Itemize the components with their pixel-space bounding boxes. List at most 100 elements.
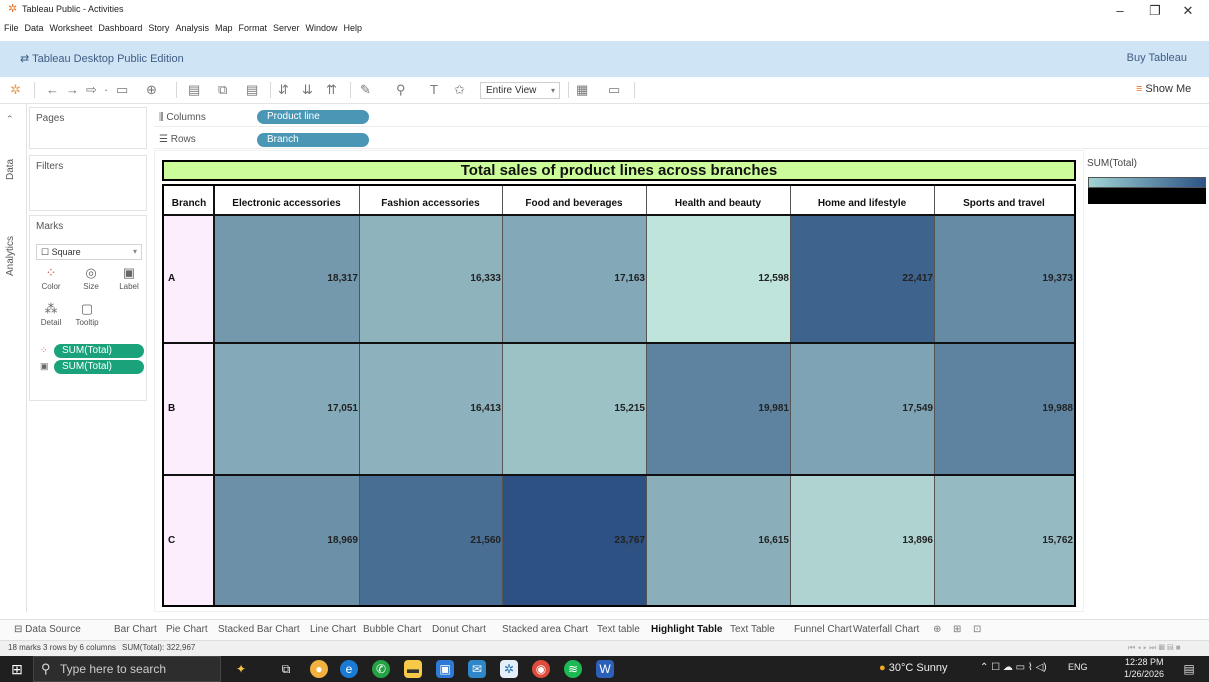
whatsapp-icon[interactable]: ✆ [372, 660, 390, 678]
file-explorer-icon[interactable]: ▬ [404, 660, 422, 678]
menu-item-map[interactable]: Map [215, 20, 233, 36]
highlight-cell[interactable]: 19,373 [934, 216, 1074, 342]
column-header[interactable]: Sports and travel [934, 186, 1074, 214]
mail-icon[interactable]: ✉ [468, 660, 486, 678]
mark-type-dropdown[interactable]: ☐ Square ▾ [36, 244, 142, 260]
sheet-tab-text-table[interactable]: Text Table [730, 624, 775, 635]
column-header[interactable]: Health and beauty [646, 186, 790, 214]
sheet-nav-icons[interactable]: ⏮ ◂ ▸ ⏭ ▦ ▤ ■ [1128, 643, 1181, 653]
redo-icon[interactable]: → [66, 82, 79, 98]
column-header[interactable]: Fashion accessories [359, 186, 502, 214]
row-header[interactable]: A [164, 216, 213, 342]
menu-item-dashboard[interactable]: Dashboard [98, 20, 142, 36]
sheet-tab-text-table[interactable]: Text table [597, 624, 640, 635]
color-legend[interactable]: SUM(Total) [1085, 152, 1209, 208]
column-header[interactable]: Food and beverages [502, 186, 646, 214]
highlight-cell[interactable]: 13,896 [790, 476, 934, 605]
menu-item-format[interactable]: Format [238, 20, 267, 36]
rows-shelf[interactable]: ☰ Rows Branch [154, 130, 1209, 149]
tab-analytics[interactable]: Analytics [5, 236, 16, 276]
tableau-app-icon[interactable]: ✲ [500, 660, 518, 678]
presentation-mode-icon[interactable]: ▭ [608, 82, 620, 98]
taskbar-search[interactable]: ⚲ Type here to search [33, 656, 221, 682]
sort-descending-icon[interactable]: ⇈ [326, 82, 337, 98]
menu-item-server[interactable]: Server [273, 20, 300, 36]
dropdown-icon[interactable]: · [104, 82, 108, 98]
clock-date[interactable]: 1/26/2026 [1124, 669, 1164, 679]
duplicate-sheet-icon[interactable]: ⧉ [218, 82, 227, 98]
highlight-cell[interactable]: 19,981 [646, 344, 790, 474]
fix-axes-icon[interactable]: ✩ [454, 82, 465, 98]
highlight-cell[interactable]: 16,413 [359, 344, 502, 474]
toggle-edition-icon[interactable]: ⇄ [20, 53, 32, 65]
columns-shelf[interactable]: ⫼ Columns Product line [154, 108, 1209, 127]
menu-item-help[interactable]: Help [344, 20, 363, 36]
spotify-icon[interactable]: ≋ [564, 660, 582, 678]
size-button[interactable]: ◎ Size [74, 264, 108, 298]
tray-icons[interactable]: ⌃ ☐ ☁ ▭ ⌇ ◁) [980, 662, 1047, 673]
clear-sheet-icon[interactable]: ▤ [246, 82, 258, 98]
sheet-tab-stacked-area-chart[interactable]: Stacked area Chart [502, 624, 588, 635]
sheet-tab-bar-chart[interactable]: Bar Chart [114, 624, 157, 635]
sheet-tab-stacked-bar-chart[interactable]: Stacked Bar Chart [218, 624, 300, 635]
replay-icon[interactable]: ⇨ [86, 82, 97, 98]
sheet-tab-donut-chart[interactable]: Donut Chart [432, 624, 486, 635]
highlight-cell[interactable]: 22,417 [790, 216, 934, 342]
column-header[interactable]: Electronic accessories [214, 186, 359, 214]
word-icon[interactable]: W [596, 660, 614, 678]
sheet-tab-bubble-chart[interactable]: Bubble Chart [363, 624, 421, 635]
tab-data[interactable]: Data [5, 159, 16, 180]
show-me-button[interactable]: ≡ Show Me [1136, 83, 1191, 95]
highlight-cell[interactable]: 15,215 [502, 344, 646, 474]
store-icon[interactable]: ▣ [436, 660, 454, 678]
new-worksheet-tab-icon[interactable]: ⊕ [933, 624, 941, 635]
collapse-icon[interactable]: › [4, 115, 14, 118]
show-labels-icon[interactable]: T [430, 82, 438, 98]
save-icon[interactable]: ▭ [116, 82, 128, 98]
menu-item-data[interactable]: Data [25, 20, 44, 36]
menu-item-worksheet[interactable]: Worksheet [50, 20, 93, 36]
chrome-profile-icon[interactable]: ◉ [532, 660, 550, 678]
highlight-cell[interactable]: 12,598 [646, 216, 790, 342]
label-pill[interactable]: SUM(Total) [54, 360, 144, 374]
new-dashboard-tab-icon[interactable]: ⊞ [953, 624, 961, 635]
menu-item-story[interactable]: Story [148, 20, 169, 36]
data-source-tab[interactable]: ⊟ Data Source [14, 624, 81, 635]
minimize-button[interactable]: – [1105, 2, 1135, 20]
highlight-cell[interactable]: 18,317 [214, 216, 359, 342]
close-button[interactable]: ✕ [1173, 2, 1203, 20]
buy-tableau-link[interactable]: Buy Tableau [1127, 52, 1187, 64]
menu-item-window[interactable]: Window [306, 20, 338, 36]
new-datasource-icon[interactable]: ⊕ [146, 82, 157, 98]
sheet-tab-highlight-table[interactable]: Highlight Table [651, 624, 722, 635]
undo-icon[interactable]: ← [46, 82, 59, 98]
color-pill[interactable]: SUM(Total) [54, 344, 144, 358]
maximize-button[interactable]: ❐ [1140, 2, 1170, 20]
product-line-pill[interactable]: Product line [257, 110, 369, 124]
notification-icon[interactable]: ▤ [1180, 660, 1198, 678]
sort-ascending-icon[interactable]: ⇊ [302, 82, 313, 98]
swap-rows-columns-icon[interactable]: ⇵ [278, 82, 289, 98]
tableau-home-icon[interactable]: ✲ [10, 82, 21, 98]
highlight-cell[interactable]: 17,163 [502, 216, 646, 342]
highlight-cell[interactable]: 15,762 [934, 476, 1074, 605]
new-worksheet-icon[interactable]: ▤ [188, 82, 200, 98]
fit-dropdown[interactable]: Entire View ▾ [480, 82, 560, 99]
color-button[interactable]: ⁘ Color [34, 264, 68, 298]
sheet-tab-line-chart[interactable]: Line Chart [310, 624, 356, 635]
highlight-cell[interactable]: 18,969 [214, 476, 359, 605]
highlight-cell[interactable]: 21,560 [359, 476, 502, 605]
column-header[interactable]: Home and lifestyle [790, 186, 934, 214]
language-indicator[interactable]: ENG [1068, 662, 1088, 672]
group-icon[interactable]: ⚲ [396, 82, 406, 98]
row-header[interactable]: B [164, 344, 213, 474]
highlight-cell[interactable]: 16,333 [359, 216, 502, 342]
highlight-cell[interactable]: 16,615 [646, 476, 790, 605]
highlight-cell[interactable]: 17,549 [790, 344, 934, 474]
branch-pill[interactable]: Branch [257, 133, 369, 147]
detail-button[interactable]: ⁂ Detail [34, 300, 68, 334]
weather-widget[interactable]: ● 30°C Sunny [879, 662, 948, 674]
highlight-cell[interactable]: 17,051 [214, 344, 359, 474]
highlight-cell[interactable]: 19,988 [934, 344, 1074, 474]
sheet-tab-waterfall-chart[interactable]: Waterfall Chart [853, 624, 919, 635]
